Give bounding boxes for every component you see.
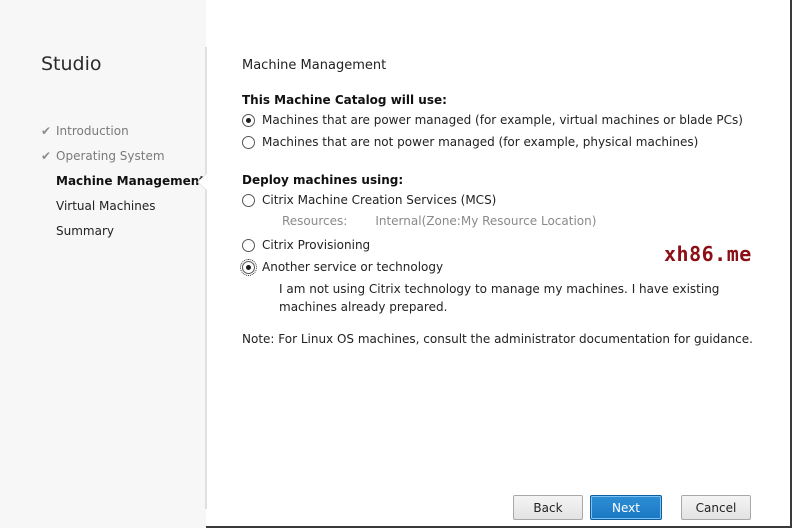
step-summary: Summary [41,223,205,248]
back-button[interactable]: Back [513,495,583,520]
main-content: Machine Management This Machine Catalog … [240,58,762,346]
resources-label: Resources: [282,214,348,228]
wizard-steps: ✔ Introduction ✔ Operating System Machin… [41,123,205,248]
deploy-group-label: Deploy machines using: [242,173,404,187]
step-machine-management: Machine Management [41,173,205,198]
app-title: Studio [41,53,102,75]
cancel-button[interactable]: Cancel [681,495,751,520]
radio-button[interactable] [240,258,257,276]
radio-button[interactable] [242,193,255,207]
wizard-sidebar: Studio ✔ Introduction ✔ Operating System… [0,0,206,528]
checkmark-icon: ✔ [41,124,52,138]
step-operating-system: ✔ Operating System [41,148,205,173]
step-label: Virtual Machines [56,199,156,213]
step-label: Operating System [56,149,165,163]
radio-power-managed[interactable]: Machines that are power managed (for exa… [242,109,762,131]
sidebar-divider [205,47,207,509]
radio-label[interactable]: Citrix Machine Creation Services (MCS) [262,193,496,207]
radio-mcs[interactable]: Citrix Machine Creation Services (MCS) [242,189,762,211]
radio-label[interactable]: Citrix Provisioning [262,238,370,252]
next-button[interactable]: Next [590,495,662,520]
current-step-pointer [198,174,207,190]
radio-label[interactable]: Machines that are power managed (for exa… [262,113,743,127]
step-introduction: ✔ Introduction [41,123,205,148]
radio-button[interactable] [242,113,255,127]
radio-not-power-managed[interactable]: Machines that are not power managed (for… [242,131,762,153]
radio-button[interactable] [242,135,255,149]
checkmark-icon: ✔ [41,149,52,163]
another-service-description: I am not using Citrix technology to mana… [279,282,720,314]
radio-button[interactable] [242,238,255,252]
step-label: Summary [56,224,114,238]
step-label: Introduction [56,124,129,138]
resources-value: Internal(Zone:My Resource Location) [375,214,597,228]
mcs-resources: Resources: Internal(Zone:My Resource Loc… [242,211,762,231]
linux-note: Note: For Linux OS machines, consult the… [242,332,753,346]
step-label: Machine Management [56,174,205,188]
wizard-window: Studio ✔ Introduction ✔ Operating System… [0,0,792,528]
catalog-group-label: This Machine Catalog will use: [242,93,447,107]
step-virtual-machines: Virtual Machines [41,198,205,223]
radio-label[interactable]: Another service or technology [262,260,443,274]
page-title: Machine Management [242,58,387,73]
radio-label[interactable]: Machines that are not power managed (for… [262,135,698,149]
watermark-text: xh86.me [664,242,752,266]
